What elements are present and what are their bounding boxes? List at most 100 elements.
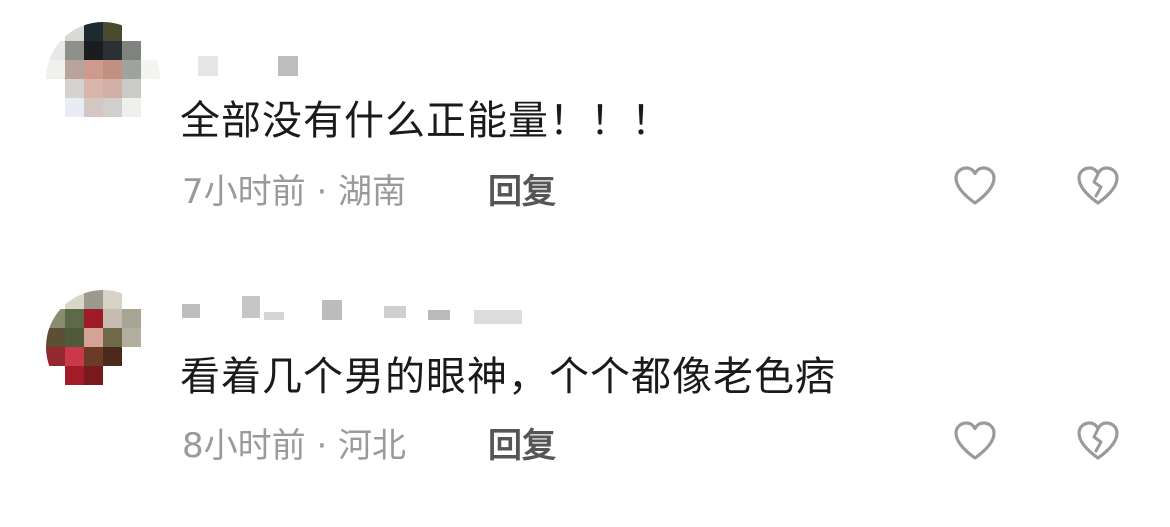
avatar-pixel	[141, 366, 160, 385]
heart-outline-icon	[954, 166, 996, 205]
comment-meta: 7小时前 · 湖南	[182, 172, 407, 212]
avatar-pixel	[122, 98, 141, 117]
heart-outline-icon	[954, 421, 996, 460]
avatar-pixel	[84, 117, 103, 136]
avatar-pixel	[103, 60, 122, 79]
avatar-pixel	[103, 117, 122, 136]
username-pixel-block	[428, 310, 450, 320]
avatar-pixel	[46, 366, 65, 385]
reply-button[interactable]: 回复	[488, 418, 556, 467]
avatar-pixel	[122, 328, 141, 347]
avatar-pixel	[65, 309, 84, 328]
avatar-pixel	[65, 79, 84, 98]
avatar-pixel	[141, 22, 160, 41]
dislike-button[interactable]	[1076, 165, 1120, 209]
comment-meta: 8小时前 · 河北	[182, 426, 407, 466]
comment-item: 看着几个男的眼神，个个都像老色痞 8小时前 · 河北 回复	[0, 260, 1170, 527]
avatar-pixel	[122, 385, 141, 404]
avatar-pixel	[84, 22, 103, 41]
avatar-pixel	[46, 22, 65, 41]
avatar-pixel	[84, 290, 103, 309]
username-pixel-block	[242, 296, 260, 318]
like-button[interactable]	[953, 165, 997, 209]
reply-button[interactable]: 回复	[488, 164, 556, 213]
avatar-pixel	[103, 366, 122, 385]
username-pixel-block	[264, 312, 284, 320]
comment-text: 看着几个男的眼神，个个都像老色痞	[180, 354, 836, 400]
avatar-pixel	[122, 60, 141, 79]
avatar-pixel	[141, 290, 160, 309]
avatar-pixel	[103, 79, 122, 98]
avatar-pixel	[46, 79, 65, 98]
avatar-pixel	[122, 117, 141, 136]
broken-heart-outline-icon	[1077, 166, 1119, 205]
avatar-pixel	[122, 309, 141, 328]
avatar-pixel	[141, 79, 160, 98]
avatar-pixel	[65, 41, 84, 60]
avatar-pixel	[84, 309, 103, 328]
avatar-pixel	[141, 328, 160, 347]
avatar-pixel	[84, 366, 103, 385]
avatar-pixel	[46, 328, 65, 347]
like-button[interactable]	[953, 420, 997, 464]
username-pixel-block	[198, 56, 218, 76]
avatar-pixel	[65, 385, 84, 404]
comment-item: 全部没有什么正能量！！！ 7小时前 · 湖南 回复	[0, 0, 1170, 250]
avatar-mosaic	[46, 290, 160, 404]
avatar-pixel	[84, 79, 103, 98]
username-pixel-block	[278, 56, 298, 76]
avatar[interactable]	[46, 290, 160, 404]
avatar-pixel	[65, 347, 84, 366]
avatar-pixel	[65, 22, 84, 41]
avatar-pixel	[103, 347, 122, 366]
avatar-pixel	[46, 347, 65, 366]
avatar-pixel	[122, 347, 141, 366]
avatar-pixel	[122, 22, 141, 41]
avatar-pixel	[122, 366, 141, 385]
dislike-button[interactable]	[1076, 420, 1120, 464]
avatar[interactable]	[46, 22, 160, 136]
avatar-pixel	[65, 60, 84, 79]
avatar-pixel	[141, 41, 160, 60]
comment-text: 全部没有什么正能量！！！	[180, 98, 672, 144]
avatar-pixel	[141, 117, 160, 136]
avatar-pixel	[103, 22, 122, 41]
avatar-pixel	[122, 41, 141, 60]
avatar-pixel	[46, 385, 65, 404]
avatar-pixel	[141, 60, 160, 79]
avatar-pixel	[84, 41, 103, 60]
avatar-pixel	[122, 79, 141, 98]
broken-heart-outline-icon	[1077, 421, 1119, 460]
avatar-pixel	[65, 328, 84, 347]
avatar-pixel	[141, 385, 160, 404]
avatar-pixel	[65, 290, 84, 309]
avatar-pixel	[141, 98, 160, 117]
avatar-pixel	[46, 117, 65, 136]
avatar-pixel	[122, 290, 141, 309]
avatar-pixel	[84, 385, 103, 404]
avatar-pixel	[46, 98, 65, 117]
avatar-pixel	[46, 290, 65, 309]
avatar-pixel	[84, 328, 103, 347]
avatar-pixel	[103, 328, 122, 347]
avatar-pixel	[65, 98, 84, 117]
avatar-mosaic	[46, 22, 160, 136]
avatar-pixel	[103, 309, 122, 328]
username-pixel-block	[182, 304, 200, 318]
avatar-pixel	[46, 309, 65, 328]
avatar-pixel	[84, 98, 103, 117]
avatar-pixel	[65, 366, 84, 385]
avatar-pixel	[141, 347, 160, 366]
username-pixel-block	[322, 300, 342, 320]
avatar-pixel	[84, 60, 103, 79]
avatar-pixel	[46, 41, 65, 60]
avatar-pixel	[84, 347, 103, 366]
avatar-pixel	[103, 290, 122, 309]
avatar-pixel	[103, 98, 122, 117]
avatar-pixel	[141, 309, 160, 328]
username-blurred[interactable]	[178, 296, 528, 324]
avatar-pixel	[103, 385, 122, 404]
username-pixel-block	[384, 306, 406, 318]
avatar-pixel	[46, 60, 65, 79]
username-blurred[interactable]	[198, 56, 308, 80]
